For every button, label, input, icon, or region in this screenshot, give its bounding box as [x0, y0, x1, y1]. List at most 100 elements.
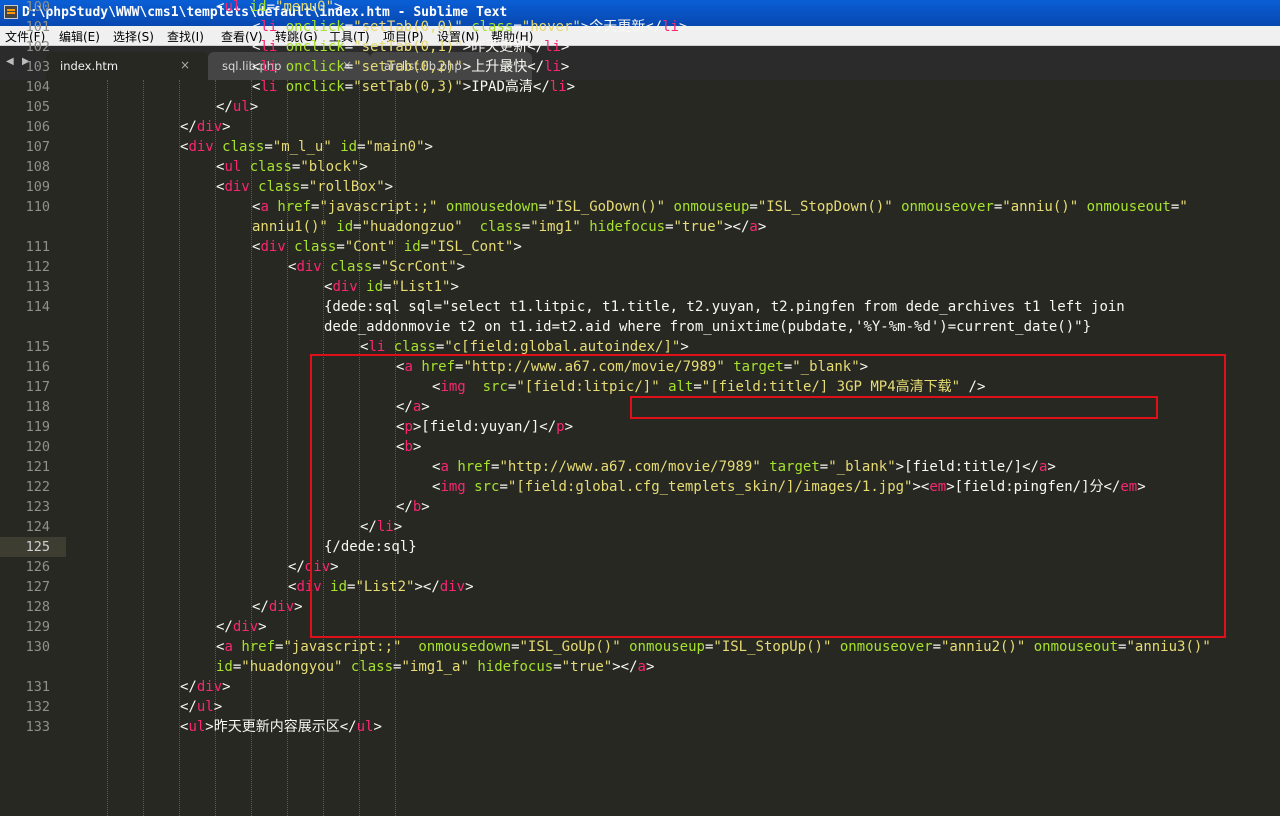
where-clause-highlight: [630, 396, 1158, 419]
code-token: class: [471, 19, 514, 35]
code-token: =: [932, 639, 941, 655]
code-line[interactable]: 107 <div class="m_l_u" id="main0">: [0, 137, 1280, 157]
code-line[interactable]: 109 <div class="rollBox">: [0, 177, 1280, 197]
code-token: </: [216, 99, 233, 115]
code-token: </: [180, 119, 197, 135]
code-line[interactable]: 104 <li onclick="setTab(0,3)">IPAD高清</li>: [0, 77, 1280, 97]
line-number: 121: [25, 459, 50, 475]
line-number: 124: [25, 519, 50, 535]
code-token: id: [249, 0, 267, 15]
code-token: onmouseup: [673, 199, 750, 215]
code-token: div: [296, 259, 322, 275]
code-token: "rollBox": [308, 179, 385, 195]
code-token: >昨天更新</: [462, 39, 545, 55]
code-token: onclick: [285, 39, 345, 55]
code-token: href: [277, 199, 312, 215]
code-token: >: [384, 179, 394, 195]
line-number: 115: [25, 339, 50, 355]
code-line[interactable]: 105 </ul>: [0, 97, 1280, 117]
code-token: =: [665, 219, 674, 235]
code-token: "m_l_u": [272, 139, 332, 155]
code-token: hidefocus: [477, 659, 554, 675]
line-number: 104: [25, 79, 50, 95]
code-token: "setTab(0,3)": [353, 79, 463, 95]
line-number: 102: [25, 39, 50, 55]
code-line[interactable]: 110 <a href="javascript:;" onmousedown="I…: [0, 197, 1280, 217]
code-token: class: [249, 159, 292, 175]
code-line[interactable]: 111 <div class="Cont" id="ISL_Cont">: [0, 237, 1280, 257]
line-number: 118: [25, 399, 50, 415]
code-line[interactable]: id="huadongyou" class="img1_a" hidefocus…: [0, 657, 1280, 677]
code-token: class: [222, 139, 265, 155]
code-token: onmouseup: [629, 639, 705, 655]
code-token: class: [330, 259, 373, 275]
code-line[interactable]: 101 <li onclick="setTab(0,0)" class="hove…: [0, 17, 1280, 37]
code-line[interactable]: 112 <div class="ScrCont">: [0, 257, 1280, 277]
code-token: class: [350, 659, 394, 675]
code-line[interactable]: anniu1()" id="huadongzuo" class="img1" h…: [0, 217, 1280, 237]
code-token: onmouseover: [901, 199, 994, 215]
code-line[interactable]: 130 <a href="javascript:;" onmousedown="I…: [0, 637, 1280, 657]
code-line[interactable]: 133 <ul>昨天更新内容展示区</ul>: [0, 717, 1280, 737]
code-token: >: [757, 219, 767, 235]
code-text: <div class="rollBox">: [216, 177, 393, 197]
code-line[interactable]: 131 </div>: [0, 677, 1280, 697]
code-token: id: [336, 219, 354, 235]
code-token: li: [260, 39, 278, 55]
code-text: </ul>: [216, 97, 258, 117]
line-number: 112: [25, 259, 50, 275]
code-text: </div>: [216, 617, 267, 637]
code-token: >: [334, 0, 343, 15]
code-line[interactable]: 106 </div>: [0, 117, 1280, 137]
code-token: li: [368, 339, 386, 355]
code-token: div: [232, 619, 259, 635]
code-token: =: [357, 139, 366, 155]
code-token: =: [344, 19, 354, 35]
code-token: li: [549, 79, 567, 95]
code-line[interactable]: 102 <li onclick="setTab(0,1)">昨天更新</li>: [0, 37, 1280, 57]
code-token: >: [294, 599, 303, 615]
code-token: ul: [188, 719, 206, 735]
code-line[interactable]: 132 </ul>: [0, 697, 1280, 717]
code-token: div: [224, 179, 250, 195]
code-text: </ul>: [180, 697, 222, 717]
code-token: </: [180, 679, 197, 695]
code-token: >: [560, 39, 570, 55]
code-line[interactable]: 113 <div id="List1">: [0, 277, 1280, 297]
code-token: >: [566, 79, 576, 95]
code-line[interactable]: 114 {dede:sql sql="select t1.litpic, t1.t…: [0, 297, 1280, 317]
line-number: 130: [25, 639, 50, 655]
code-token: ul: [224, 159, 242, 175]
code-token: "huadongzuo": [361, 219, 463, 235]
code-token: "anniu3()": [1126, 639, 1211, 655]
code-token: >: [513, 239, 522, 255]
code-token: "huadongyou": [241, 659, 343, 675]
code-token: >: [424, 139, 433, 155]
code-token: li: [260, 19, 278, 35]
code-token: =: [521, 219, 531, 235]
code-text: dede_addonmovie t2 on t1.id=t2.aid where…: [324, 317, 1091, 337]
code-line[interactable]: 100 <ul id="menu0">: [0, 0, 1280, 17]
code-line[interactable]: dede_addonmovie t2 on t1.id=t2.aid where…: [0, 317, 1280, 337]
code-text: </div>: [252, 597, 303, 617]
code-token: =: [344, 59, 354, 75]
code-line[interactable]: 108 <ul class="block">: [0, 157, 1280, 177]
code-token: class: [294, 239, 337, 255]
code-token: >: [450, 279, 459, 295]
code-text: <div class="ScrCont">: [288, 257, 465, 277]
code-text: <div class="Cont" id="ISL_Cont">: [252, 237, 522, 257]
code-token: =: [553, 659, 562, 675]
code-token: "setTab(0,1)": [353, 39, 463, 55]
code-token: onmousedown: [445, 199, 539, 215]
line-number: 120: [25, 439, 50, 455]
code-line[interactable]: 103 <li onclick="setTab(0,2)">上升最快</li>: [0, 57, 1280, 77]
code-token: li: [544, 59, 561, 75]
